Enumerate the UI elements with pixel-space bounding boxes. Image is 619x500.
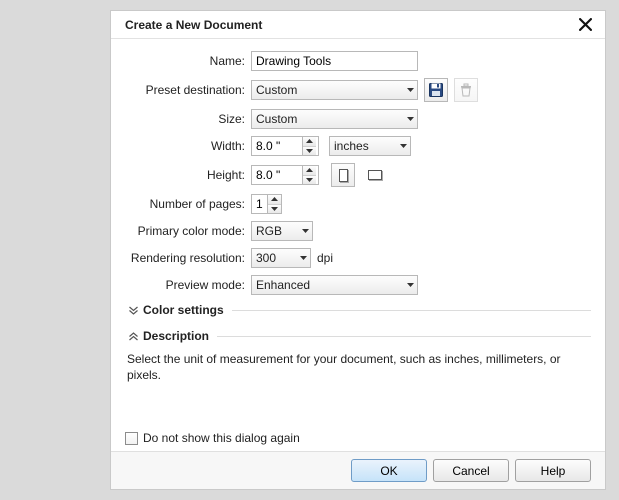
trash-icon (460, 83, 472, 97)
save-preset-button[interactable] (424, 78, 448, 102)
titlebar: Create a New Document (111, 11, 605, 39)
landscape-icon (368, 170, 382, 180)
color-settings-title: Color settings (143, 303, 224, 317)
double-chevron-up-icon (129, 332, 138, 341)
footer: OK Cancel Help (111, 451, 605, 489)
dpi-label: dpi (317, 251, 333, 265)
close-button[interactable] (575, 15, 595, 35)
ok-button[interactable]: OK (351, 459, 427, 482)
name-label: Name: (125, 54, 251, 68)
orientation-portrait-button[interactable] (331, 163, 355, 187)
chevron-up-icon[interactable] (303, 137, 316, 147)
delete-preset-button (454, 78, 478, 102)
pages-spinner[interactable] (251, 194, 282, 214)
portrait-icon (339, 169, 348, 182)
description-toggle[interactable] (125, 332, 141, 341)
chevron-down-icon (396, 144, 410, 148)
chevron-down-icon (298, 229, 312, 233)
cancel-button[interactable]: Cancel (433, 459, 509, 482)
dialog-title: Create a New Document (125, 18, 262, 32)
preview-value: Enhanced (256, 278, 310, 292)
colormode-label: Primary color mode: (125, 224, 251, 238)
colormode-select[interactable]: RGB (251, 221, 313, 241)
preview-label: Preview mode: (125, 278, 251, 292)
pages-input[interactable] (252, 195, 267, 213)
chevron-up-icon[interactable] (303, 166, 316, 176)
chevron-down-icon[interactable] (268, 205, 281, 214)
units-select[interactable]: inches (329, 136, 411, 156)
chevron-down-icon (296, 256, 310, 260)
resolution-label: Rendering resolution: (125, 251, 251, 265)
description-text: Select the unit of measurement for your … (127, 351, 591, 383)
close-icon (579, 18, 592, 31)
width-spinner[interactable] (251, 136, 319, 156)
do-not-show-checkbox[interactable] (125, 432, 138, 445)
new-document-dialog: Create a New Document Name: Preset desti… (110, 10, 606, 490)
color-settings-section: Color settings (125, 303, 591, 317)
preset-label: Preset destination: (125, 83, 251, 97)
chevron-down-icon (403, 88, 417, 92)
chevron-down-icon (403, 283, 417, 287)
divider (217, 336, 591, 337)
height-input[interactable] (252, 166, 302, 184)
orientation-landscape-button[interactable] (363, 163, 387, 187)
do-not-show-row: Do not show this dialog again (125, 431, 300, 445)
save-icon (429, 83, 443, 97)
dialog-body: Name: Preset destination: Custom Size: C… (111, 39, 605, 383)
color-settings-toggle[interactable] (125, 306, 141, 315)
preset-select[interactable]: Custom (251, 80, 418, 100)
height-spinner[interactable] (251, 165, 319, 185)
help-button[interactable]: Help (515, 459, 591, 482)
height-label: Height: (125, 168, 251, 182)
description-section: Description (125, 329, 591, 343)
size-label: Size: (125, 112, 251, 126)
size-value: Custom (256, 112, 297, 126)
name-input[interactable] (251, 51, 418, 71)
colormode-value: RGB (256, 224, 282, 238)
preview-select[interactable]: Enhanced (251, 275, 418, 295)
width-spin-buttons[interactable] (302, 137, 316, 155)
chevron-down-icon[interactable] (303, 147, 316, 156)
chevron-down-icon (403, 117, 417, 121)
width-input[interactable] (252, 137, 302, 155)
width-label: Width: (125, 139, 251, 153)
description-title: Description (143, 329, 209, 343)
chevron-up-icon[interactable] (268, 195, 281, 205)
double-chevron-down-icon (129, 306, 138, 315)
pages-label: Number of pages: (125, 197, 251, 211)
height-spin-buttons[interactable] (302, 166, 316, 184)
preset-value: Custom (256, 83, 297, 97)
pages-spin-buttons[interactable] (267, 195, 281, 213)
units-value: inches (334, 139, 369, 153)
divider (232, 310, 591, 311)
size-select[interactable]: Custom (251, 109, 418, 129)
do-not-show-label: Do not show this dialog again (143, 431, 300, 445)
chevron-down-icon[interactable] (303, 176, 316, 185)
resolution-value: 300 (256, 251, 276, 265)
resolution-select[interactable]: 300 (251, 248, 311, 268)
